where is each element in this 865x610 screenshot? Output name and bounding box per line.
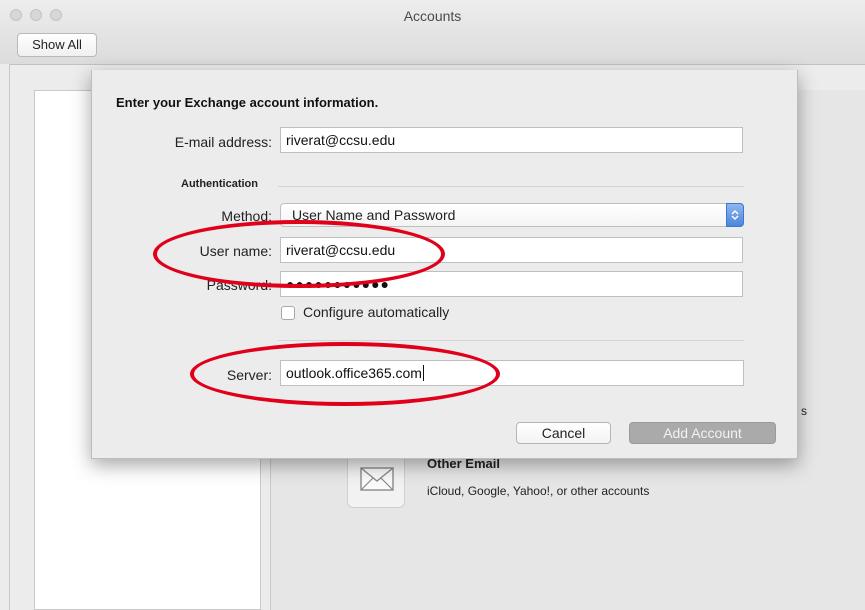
- email-label: E-mail address:: [174, 134, 272, 150]
- other-email-subtitle: iCloud, Google, Yahoo!, or other account…: [427, 484, 650, 498]
- server-highlight-ellipse: [190, 342, 500, 406]
- select-arrows-icon[interactable]: [726, 203, 744, 227]
- partial-background-text: s: [801, 404, 807, 418]
- add-account-button[interactable]: Add Account: [629, 422, 776, 444]
- authentication-divider: [278, 186, 744, 187]
- cancel-button[interactable]: Cancel: [516, 422, 611, 444]
- window-title: Accounts: [403, 8, 462, 24]
- username-highlight-ellipse: [153, 220, 445, 288]
- configure-automatically-checkbox[interactable]: [281, 306, 295, 320]
- sheet-heading: Enter your Exchange account information.: [116, 95, 379, 110]
- configure-automatically-label[interactable]: Configure automatically: [303, 304, 449, 320]
- title-bar: Accounts Show All: [0, 0, 865, 65]
- window-edge: [0, 64, 10, 610]
- server-divider: [278, 340, 744, 341]
- email-field[interactable]: [280, 127, 743, 153]
- show-all-button[interactable]: Show All: [17, 33, 97, 57]
- authentication-section-title: Authentication: [181, 178, 258, 190]
